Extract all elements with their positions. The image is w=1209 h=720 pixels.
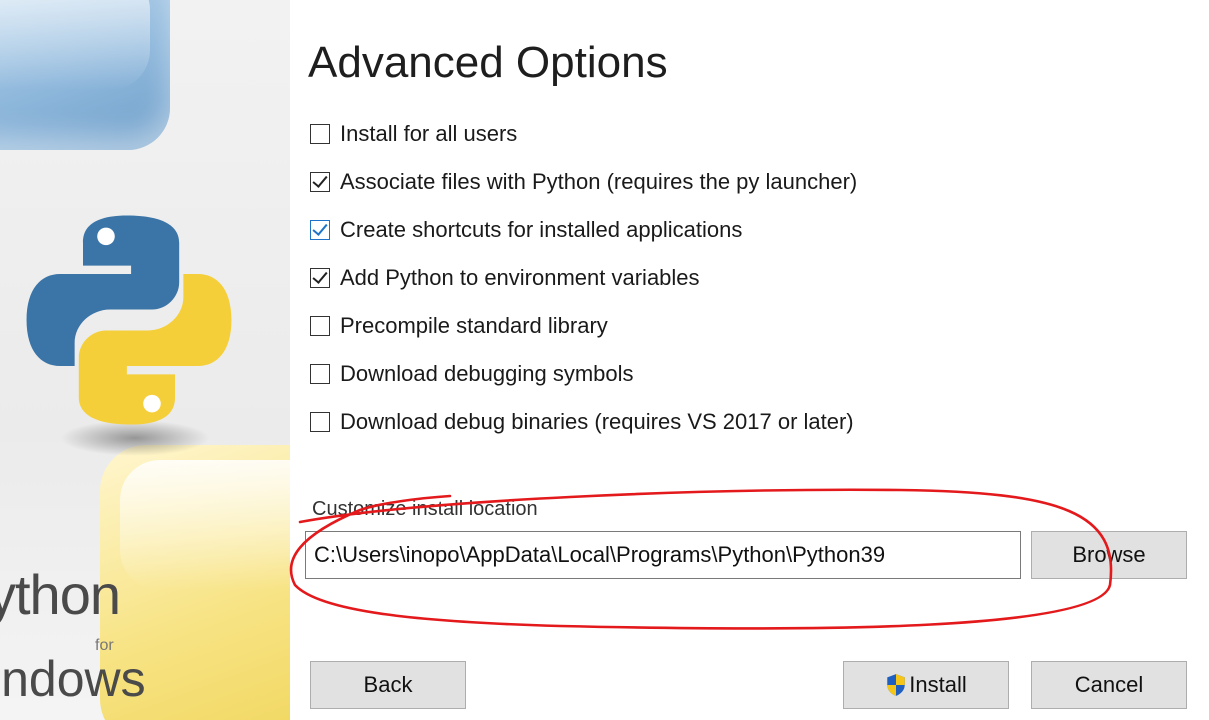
option-label: Add Python to environment variables <box>340 265 700 290</box>
option-debug-symbols[interactable]: Download debugging symbols <box>310 350 857 398</box>
checkbox-associate-files[interactable] <box>310 172 330 192</box>
option-precompile-stdlib[interactable]: Precompile standard library <box>310 302 857 350</box>
install-button[interactable]: Install <box>843 661 1009 709</box>
option-label: Precompile standard library <box>340 313 608 338</box>
checkbox-debug-binaries[interactable] <box>310 412 330 432</box>
side-panel: ython for indows <box>0 0 290 720</box>
back-button[interactable]: Back <box>310 661 466 709</box>
windows-logo-highlight <box>0 0 150 90</box>
checkbox-debug-symbols[interactable] <box>310 364 330 384</box>
option-label: Install for all users <box>340 121 518 146</box>
option-label: Create shortcuts for installed applicati… <box>340 217 743 242</box>
install-location-label: Customize install location <box>312 498 538 520</box>
option-label: Associate files with Python (requires th… <box>340 169 858 194</box>
checkbox-precompile-stdlib[interactable] <box>310 316 330 336</box>
option-create-shortcuts[interactable]: Create shortcuts for installed applicati… <box>310 206 857 254</box>
cancel-button[interactable]: Cancel <box>1031 661 1187 709</box>
option-label: Download debugging symbols <box>340 361 634 386</box>
windows-logo-yellow-highlight <box>120 460 290 590</box>
browse-button[interactable]: Browse <box>1031 531 1187 579</box>
python-logo-icon <box>26 215 232 425</box>
page-title: Advanced Options <box>308 38 668 87</box>
checkmark-icon <box>312 172 328 188</box>
checkmark-icon <box>312 268 328 284</box>
option-associate-files[interactable]: Associate files with Python (requires th… <box>310 158 857 206</box>
uac-shield-icon <box>887 674 905 696</box>
option-add-to-path[interactable]: Add Python to environment variables <box>310 254 857 302</box>
option-label: Download debug binaries (requires VS 201… <box>340 409 854 434</box>
install-location-input[interactable] <box>305 531 1021 579</box>
options-list: Install for all users Associate files wi… <box>310 110 857 446</box>
checkbox-add-to-path[interactable] <box>310 268 330 288</box>
checkbox-create-shortcuts[interactable] <box>310 220 330 240</box>
option-install-all-users[interactable]: Install for all users <box>310 110 857 158</box>
checkmark-icon <box>312 220 328 236</box>
checkbox-install-all-users[interactable] <box>310 124 330 144</box>
brand-python-text: ython <box>0 563 121 626</box>
install-button-label: Install <box>909 672 967 697</box>
brand-windows-text: indows <box>0 651 146 707</box>
option-debug-binaries[interactable]: Download debug binaries (requires VS 201… <box>310 398 857 446</box>
